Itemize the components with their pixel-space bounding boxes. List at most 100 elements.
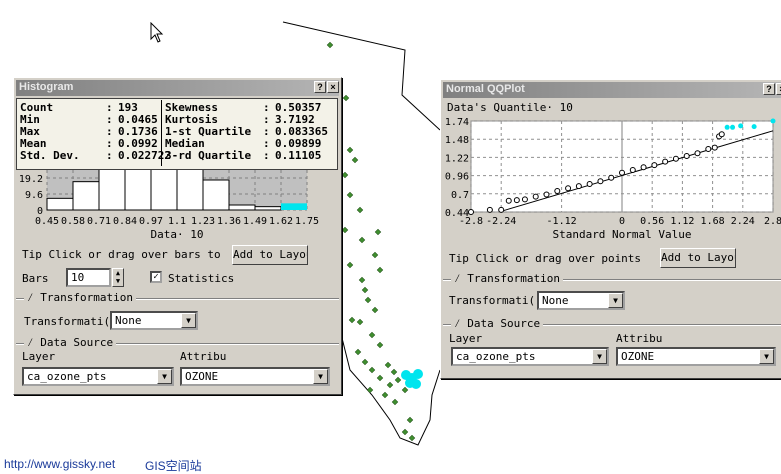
qq-point[interactable] xyxy=(662,158,669,165)
x-tick-label: 0.84 xyxy=(113,216,137,227)
help-button[interactable]: ? xyxy=(314,81,326,93)
qq-point[interactable] xyxy=(498,206,505,213)
map-point xyxy=(356,206,364,214)
qq-point[interactable] xyxy=(651,162,658,169)
qq-point[interactable] xyxy=(505,197,512,204)
x-tick-label: 1.75 xyxy=(295,216,319,227)
histogram-bar[interactable] xyxy=(72,181,100,211)
help-button[interactable]: ? xyxy=(763,83,775,95)
qq-point-selected[interactable] xyxy=(730,124,736,130)
layer-select[interactable]: ca_ozone_pts ▼ xyxy=(451,347,609,366)
qq-point[interactable] xyxy=(629,167,636,173)
histogram-bar[interactable] xyxy=(46,197,74,211)
map-point xyxy=(391,398,399,406)
x-tick-label: 0 xyxy=(619,216,625,227)
transformation-group[interactable]: ⁄ Transformation xyxy=(24,291,136,305)
bars-input[interactable]: 10 xyxy=(66,268,111,287)
map-point xyxy=(371,306,379,314)
y-tick-label: 0 xyxy=(37,206,43,217)
histogram-window: Histogram ? × 0.45 0.58 0.71 0.84 0.97 1.1 1.2… xyxy=(13,77,342,395)
layer-label: Layer xyxy=(449,332,483,345)
y-tick-label: 1.74 xyxy=(445,117,469,128)
chevron-down-icon: ▼ xyxy=(181,313,196,328)
qq-point[interactable] xyxy=(608,174,615,181)
qq-point-selected[interactable] xyxy=(738,123,744,129)
statistics-checkbox[interactable]: ✓ xyxy=(150,271,162,283)
statistics-label: Statistics xyxy=(168,272,235,285)
histogram-bar[interactable] xyxy=(281,203,307,210)
close-button[interactable]: × xyxy=(776,83,781,95)
map-point xyxy=(356,318,364,326)
map-point xyxy=(371,251,379,259)
qq-point[interactable] xyxy=(575,183,582,190)
x-tick-label: 1.1 xyxy=(168,216,186,227)
x-tick-label: 0.71 xyxy=(87,216,111,227)
transformation-group[interactable]: ⁄ Transformation xyxy=(451,272,563,286)
qq-point[interactable] xyxy=(532,193,539,200)
map-point xyxy=(366,386,374,394)
map-point xyxy=(376,266,384,274)
qq-point-selected[interactable] xyxy=(751,124,757,130)
qq-point[interactable] xyxy=(640,164,647,171)
qq-point-selected[interactable] xyxy=(724,124,730,130)
x-axis-label: Data· 10 xyxy=(151,228,204,241)
statistics-panel: Count:193 Min:0.0465 Max:0.1736 Mean:0.0992… xyxy=(16,98,338,170)
qq-point[interactable] xyxy=(543,191,550,198)
data-source-group[interactable]: ⁄ Data Source xyxy=(24,336,117,350)
x-tick-label: 0.56 xyxy=(640,216,664,227)
footer-url[interactable]: http://www.gissky.net xyxy=(4,457,115,471)
map-point xyxy=(406,416,414,424)
map-point xyxy=(364,296,372,304)
add-to-layout-button[interactable]: Add to Layout xyxy=(232,245,308,265)
transformation-select[interactable]: None ▼ xyxy=(537,291,625,310)
attribute-select[interactable]: OZONE ▼ xyxy=(180,367,330,386)
histogram-bar[interactable] xyxy=(228,204,256,211)
qq-point[interactable] xyxy=(565,185,572,192)
add-to-layout-button[interactable]: Add to Layout xyxy=(660,248,736,268)
transformation-label: Transformati( xyxy=(24,315,111,328)
qq-point[interactable] xyxy=(554,188,561,194)
x-tick-label: 0.97 xyxy=(139,216,163,227)
x-tick-label: 0.45 xyxy=(35,216,59,227)
map-point xyxy=(341,226,349,234)
attribute-select[interactable]: OZONE ▼ xyxy=(616,347,776,366)
chevron-down-icon: ▼ xyxy=(157,369,172,384)
x-tick-label: 1.62 xyxy=(269,216,293,227)
qq-point[interactable] xyxy=(468,209,474,215)
transformation-select[interactable]: None ▼ xyxy=(110,311,198,330)
map-point xyxy=(361,358,369,366)
transformation-label: Transformati( xyxy=(449,294,536,307)
map-point xyxy=(348,316,356,324)
window-title: Histogram xyxy=(16,80,339,96)
map-point xyxy=(346,261,354,269)
qq-point[interactable] xyxy=(597,178,604,185)
qq-point[interactable] xyxy=(718,131,725,138)
map-point xyxy=(384,361,392,369)
qq-point[interactable] xyxy=(683,153,690,159)
close-button[interactable]: × xyxy=(327,81,339,93)
layer-select[interactable]: ca_ozone_pts ▼ xyxy=(22,367,174,386)
histogram-bar[interactable] xyxy=(202,179,230,211)
qq-point[interactable] xyxy=(672,155,679,162)
map-point xyxy=(346,146,354,154)
map-point xyxy=(346,191,354,199)
data-source-group[interactable]: ⁄ Data Source xyxy=(451,317,544,331)
histogram-bar[interactable] xyxy=(254,206,282,211)
qq-point-selected[interactable] xyxy=(770,118,776,124)
qq-point[interactable] xyxy=(513,197,520,204)
qq-point[interactable] xyxy=(486,206,493,213)
qqplot-chart[interactable]: Data's Quantile· 10-2.8 -2.24 -1.12 0 0.56 1.… xyxy=(441,100,781,245)
qq-point[interactable] xyxy=(705,146,712,152)
qq-point[interactable] xyxy=(586,181,593,187)
qq-point[interactable] xyxy=(694,150,701,157)
map-point xyxy=(358,236,366,244)
map-point-selected xyxy=(413,369,423,379)
qq-point[interactable] xyxy=(619,169,625,176)
y-tick-label: 0.7 xyxy=(451,190,469,201)
qq-point[interactable] xyxy=(521,196,528,203)
y-tick-label: 19.2 xyxy=(19,174,43,185)
map-point xyxy=(341,171,349,179)
qq-point[interactable] xyxy=(711,144,718,151)
x-axis-label: Standard Normal Value xyxy=(552,228,691,241)
bars-stepper[interactable]: ▲ ▼ xyxy=(112,268,124,287)
